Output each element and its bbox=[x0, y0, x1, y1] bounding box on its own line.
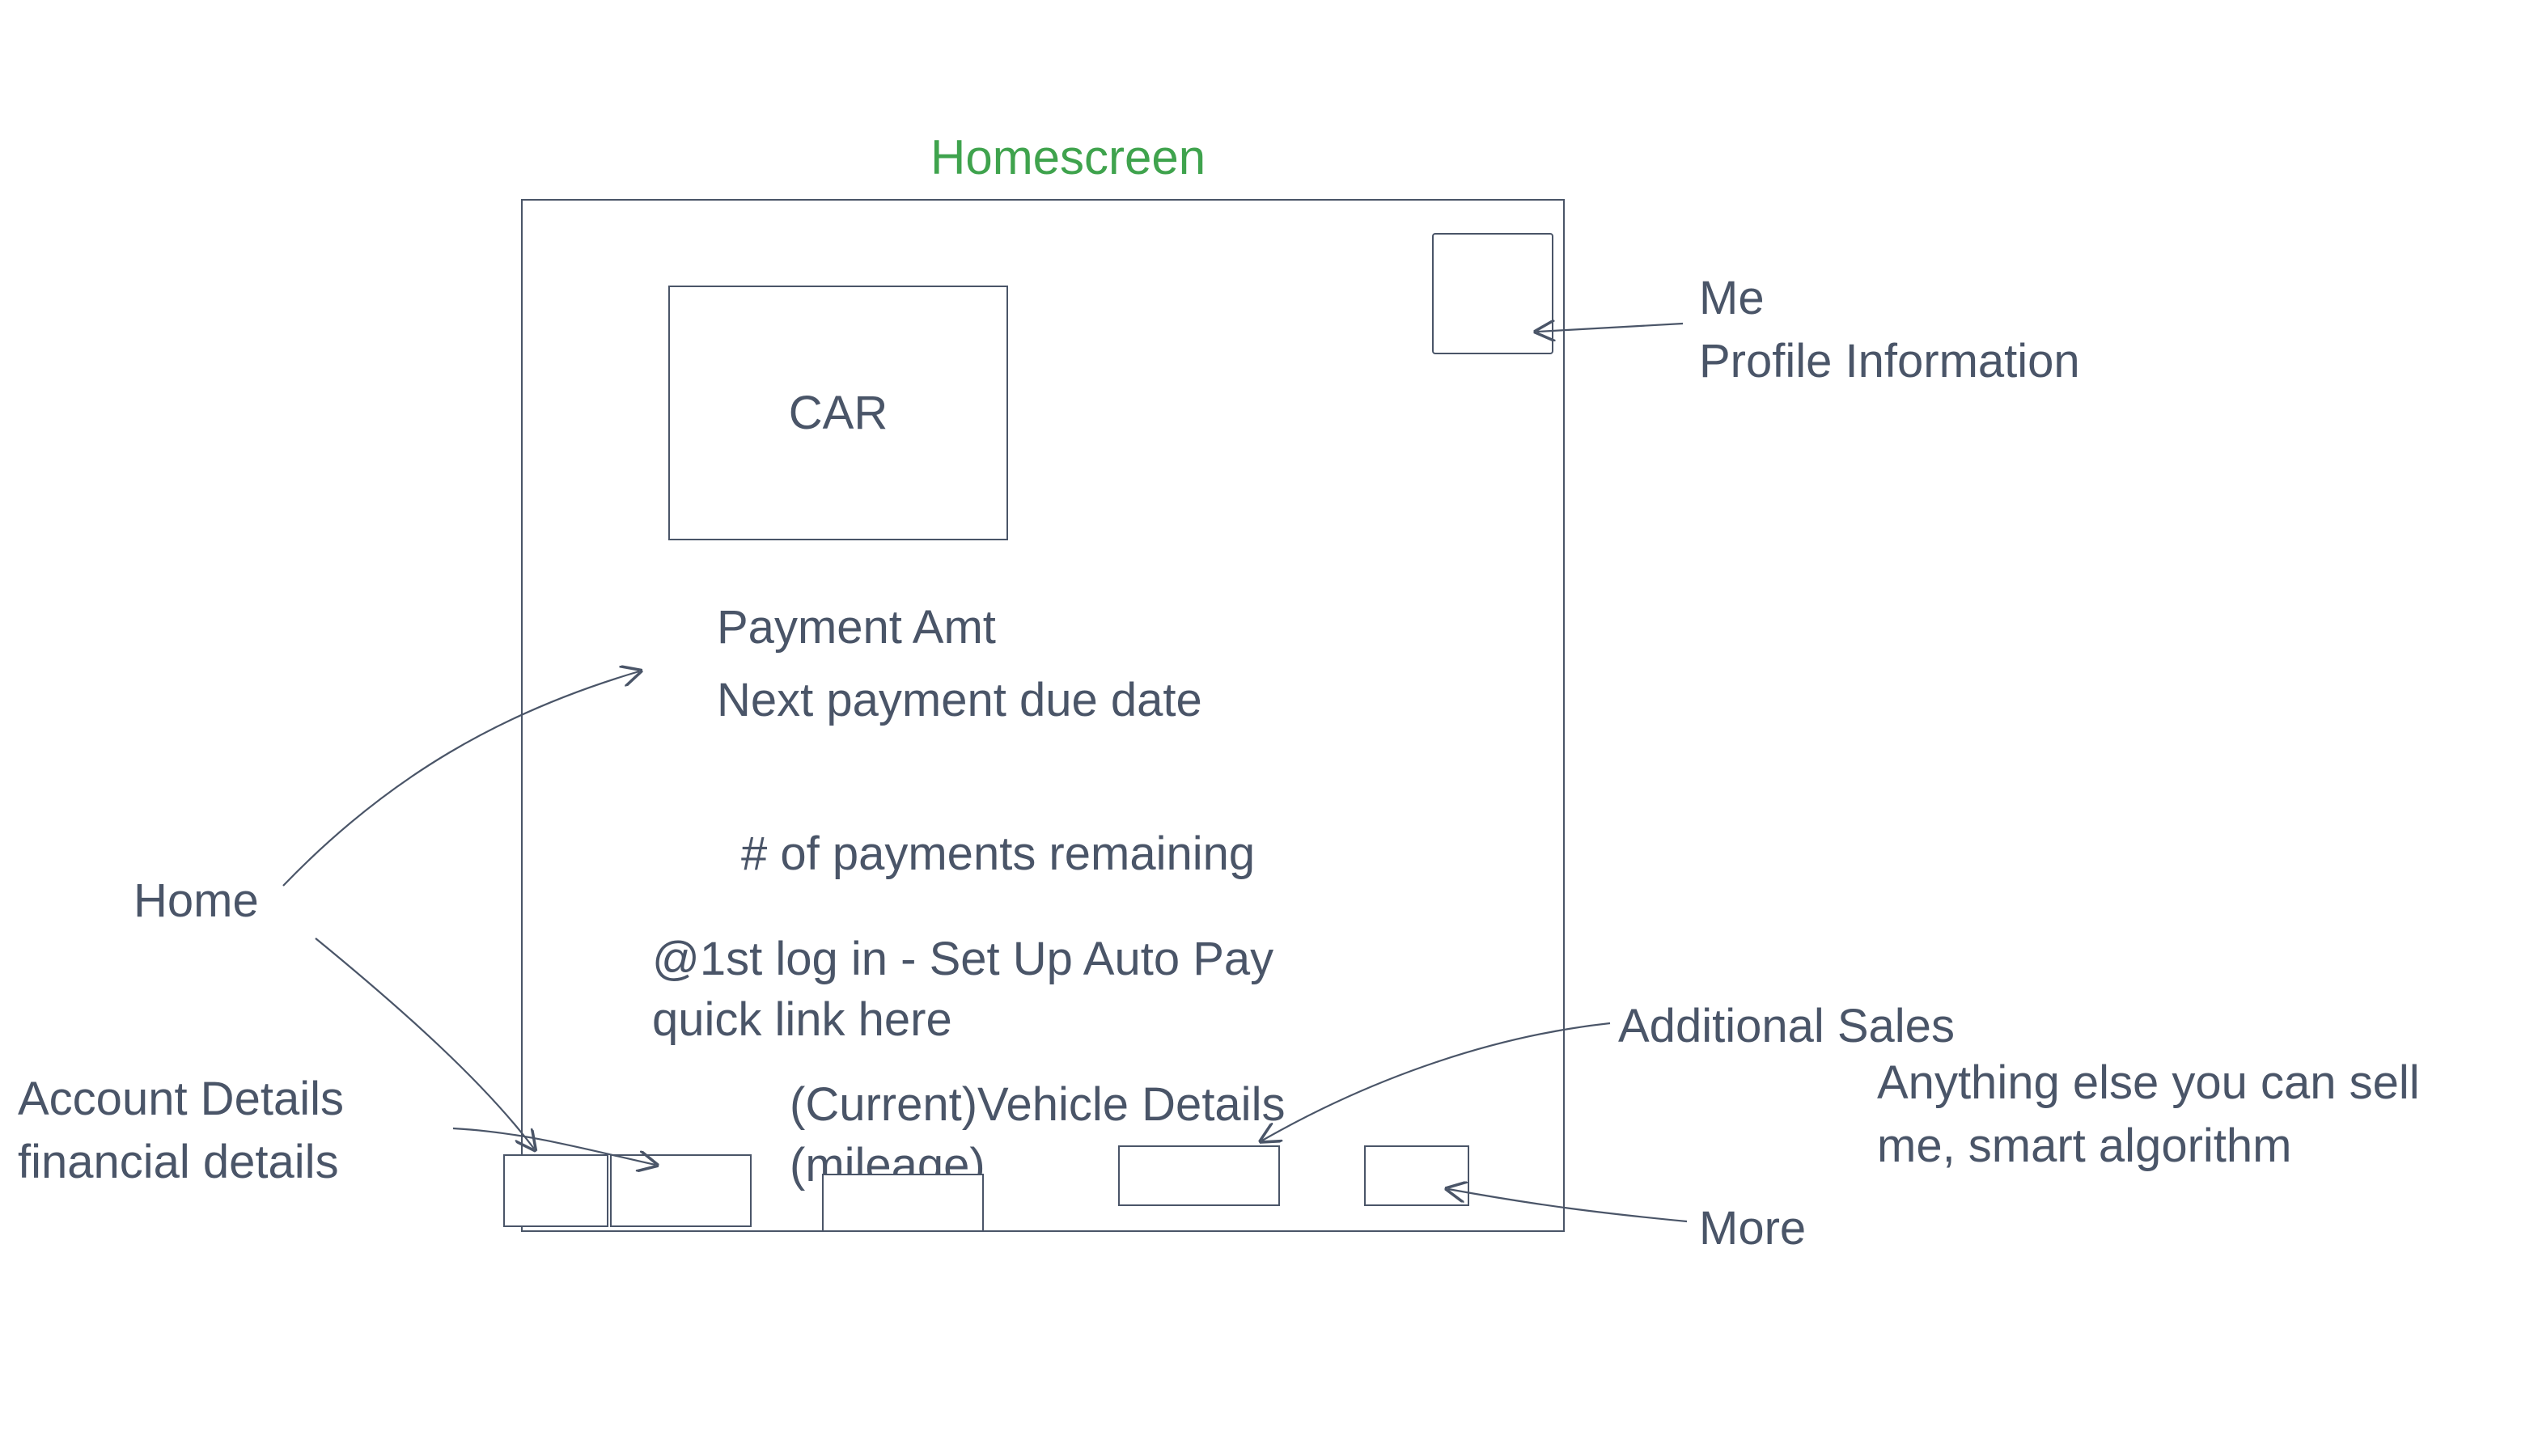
annotation-additional-sales-sub: Anything else you can sell me, smart alg… bbox=[1877, 1052, 2420, 1179]
nav-home-box[interactable] bbox=[503, 1154, 608, 1227]
payments-remaining-label: # of payments remaining bbox=[741, 823, 1255, 884]
profile-box[interactable] bbox=[1432, 233, 1553, 354]
nav-additional-sales-box[interactable] bbox=[1118, 1145, 1280, 1206]
nav-vehicle-box[interactable] bbox=[822, 1174, 984, 1230]
car-label: CAR bbox=[789, 386, 888, 440]
annotation-more: More bbox=[1699, 1197, 1806, 1260]
autopay-quicklink-label[interactable]: @1st log in - Set Up Auto Pay quick link… bbox=[652, 929, 1316, 1051]
wireframe-title: Homescreen bbox=[930, 129, 1206, 185]
car-image-placeholder: CAR bbox=[668, 286, 1008, 540]
annotation-additional-sales: Additional Sales bbox=[1618, 995, 1955, 1058]
homescreen-frame: CAR Payment Amt Next payment due date # … bbox=[521, 199, 1565, 1232]
next-payment-due-label: Next payment due date bbox=[717, 670, 1202, 730]
nav-more-box[interactable] bbox=[1364, 1145, 1469, 1206]
annotation-home: Home bbox=[133, 870, 259, 933]
annotation-me: Me Profile Information bbox=[1699, 267, 2080, 394]
nav-account-box[interactable] bbox=[610, 1154, 752, 1227]
annotation-account-details: Account Details financial details bbox=[18, 1068, 344, 1195]
payment-amount-label: Payment Amt bbox=[717, 597, 996, 658]
